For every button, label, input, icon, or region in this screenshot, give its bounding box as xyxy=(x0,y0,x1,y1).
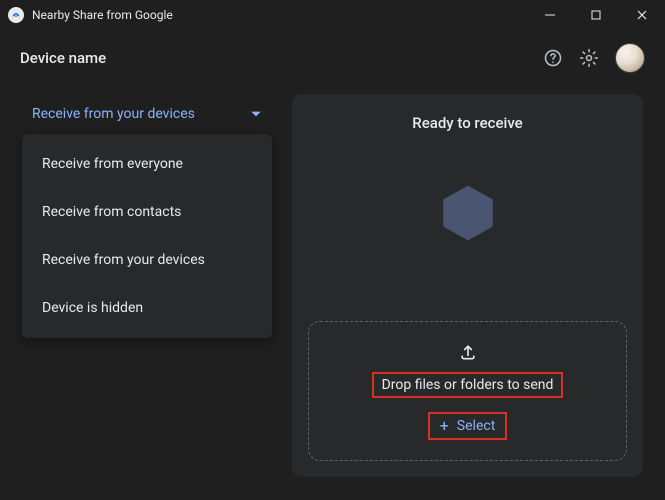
file-dropzone[interactable]: Drop files or folders to send + Select xyxy=(308,321,627,461)
device-hexagon-icon xyxy=(437,182,499,244)
window-title: Nearby Share from Google xyxy=(32,8,173,22)
option-device-hidden[interactable]: Device is hidden xyxy=(22,284,272,332)
close-button[interactable] xyxy=(619,0,665,30)
app-header: Device name xyxy=(0,30,665,84)
menu-item-label: Device is hidden xyxy=(42,300,143,316)
menu-item-label: Receive from contacts xyxy=(42,204,181,220)
visibility-dropdown-menu: Receive from everyone Receive from conta… xyxy=(22,134,272,338)
account-avatar[interactable] xyxy=(615,43,645,73)
minimize-button[interactable] xyxy=(527,0,573,30)
receive-status: Ready to receive xyxy=(412,114,522,132)
receive-panel: Ready to receive Drop files or folders t… xyxy=(292,94,643,477)
app-icon xyxy=(8,7,24,23)
option-receive-contacts[interactable]: Receive from contacts xyxy=(22,188,272,236)
visibility-panel: Receive from your devices Receive from e… xyxy=(22,94,272,477)
menu-item-label: Receive from everyone xyxy=(42,156,183,172)
main-content: Receive from your devices Receive from e… xyxy=(0,84,665,499)
menu-item-label: Receive from your devices xyxy=(42,252,205,268)
settings-button[interactable] xyxy=(571,40,607,76)
visibility-dropdown-label: Receive from your devices xyxy=(32,106,195,122)
plus-icon: + xyxy=(440,418,449,434)
chevron-down-icon xyxy=(250,108,262,120)
dropzone-text: Drop files or folders to send xyxy=(372,372,564,398)
option-receive-your-devices[interactable]: Receive from your devices xyxy=(22,236,272,284)
device-name-label[interactable]: Device name xyxy=(20,49,106,67)
window-controls xyxy=(527,0,665,30)
help-button[interactable] xyxy=(535,40,571,76)
visibility-dropdown-trigger[interactable]: Receive from your devices xyxy=(22,94,272,134)
select-files-button[interactable]: + Select xyxy=(428,412,508,440)
option-receive-everyone[interactable]: Receive from everyone xyxy=(22,140,272,188)
maximize-button[interactable] xyxy=(573,0,619,30)
select-button-label: Select xyxy=(457,418,495,434)
upload-icon xyxy=(458,342,478,366)
window-titlebar: Nearby Share from Google xyxy=(0,0,665,30)
